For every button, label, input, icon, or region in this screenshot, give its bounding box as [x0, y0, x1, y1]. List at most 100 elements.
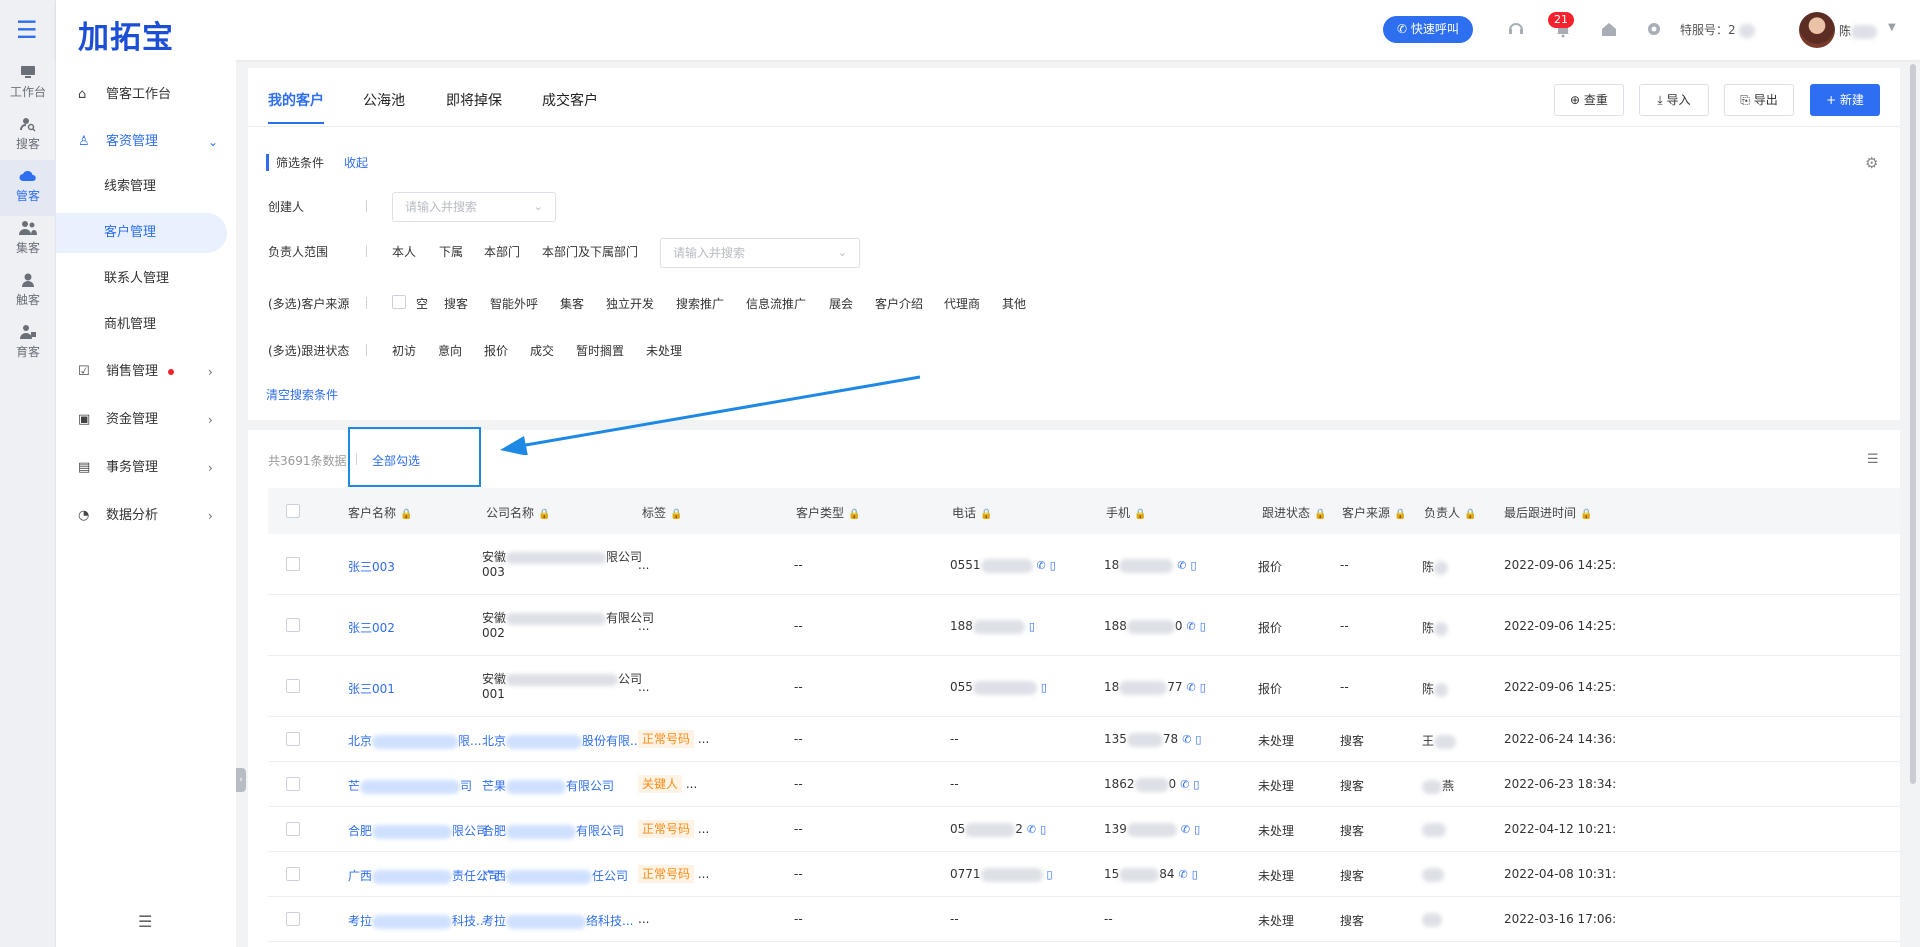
owner-option[interactable]: 本人: [392, 243, 416, 260]
mobile-icon[interactable]: ▯: [1194, 823, 1200, 836]
owner-option[interactable]: 本部门: [484, 243, 520, 260]
status-option[interactable]: 未处理: [646, 342, 682, 359]
vertical-scrollbar[interactable]: [1910, 64, 1916, 784]
clear-search-link[interactable]: 清空搜索条件: [266, 386, 338, 403]
tab-closed-customers[interactable]: 成交客户: [542, 90, 598, 122]
source-option[interactable]: 信息流推广: [746, 295, 806, 312]
source-option[interactable]: 空: [416, 295, 428, 312]
mobile-icon[interactable]: ▯: [1041, 681, 1047, 694]
source-option[interactable]: 独立开发: [606, 295, 654, 312]
row-checkbox[interactable]: [286, 867, 300, 881]
row-checkbox[interactable]: [286, 732, 300, 746]
nav-customers[interactable]: 客户管理: [56, 213, 227, 253]
company-name-link[interactable]: 考拉 络科技...: [482, 912, 633, 929]
rail-item-gather-customer[interactable]: 集客: [0, 212, 56, 268]
phone-icon[interactable]: ✆: [1182, 733, 1191, 746]
rail-item-touch-customer[interactable]: 触客: [0, 264, 56, 320]
table-row[interactable]: 北京 限... 北京 股份有限... 正常号码 ... -- -- 135 78 ✆ ▯ …: [268, 717, 1900, 762]
company-name-link[interactable]: 广西 任公司: [482, 867, 628, 884]
table-row[interactable]: 张三003 安徽 限公司 003 ... -- 0551 ✆ ▯ 18 ✆ ▯ 报价 -- …: [268, 534, 1900, 595]
phone-icon[interactable]: ✆: [1027, 823, 1036, 836]
phone-icon[interactable]: ✆: [1187, 620, 1196, 633]
import-button[interactable]: ⤓ 导入: [1639, 84, 1709, 116]
mobile-icon[interactable]: ▯: [1047, 868, 1053, 881]
nav-sales[interactable]: ☑ 销售管理 ›: [56, 352, 236, 392]
row-checkbox[interactable]: [286, 618, 300, 632]
owner-option[interactable]: 下属: [439, 243, 463, 260]
sidebar-toggle-handle[interactable]: ›: [236, 768, 246, 792]
table-row[interactable]: 张三001 安徽 公司 001 ... -- 055 ▯ 18 77 ✆ ▯ 报价 -- 陈…: [268, 656, 1900, 717]
customer-name-link[interactable]: 张三002: [348, 619, 395, 636]
header-checkbox[interactable]: [286, 504, 300, 518]
phone-icon[interactable]: ✆: [1037, 559, 1046, 572]
gear-icon[interactable]: ⚙: [1865, 154, 1878, 172]
nav-contacts[interactable]: 联系人管理: [56, 259, 236, 299]
mobile-icon[interactable]: ▯: [1200, 681, 1206, 694]
rail-item-workbench[interactable]: 工作台: [0, 56, 56, 112]
status-option[interactable]: 暂时搁置: [576, 342, 624, 359]
mobile-icon[interactable]: ▯: [1200, 620, 1206, 633]
table-row[interactable]: 考拉 科技... 考拉 络科技... ... -- -- -- 未处理 搜客 202…: [268, 897, 1900, 942]
export-button[interactable]: ⎘ 导出: [1724, 84, 1794, 116]
source-option[interactable]: 智能外呼: [490, 295, 538, 312]
table-row[interactable]: 广西 责任公司 广西 任公司 正常号码 ... -- 0771 ▯ 15 84 ✆ ▯ 未处…: [268, 852, 1900, 897]
column-header[interactable]: 手机 🔒: [1106, 504, 1146, 521]
source-option[interactable]: 展会: [829, 295, 853, 312]
mobile-icon[interactable]: ▯: [1191, 559, 1197, 572]
column-header[interactable]: 客户名称 🔒: [348, 504, 412, 521]
status-option[interactable]: 报价: [484, 342, 508, 359]
row-checkbox[interactable]: [286, 912, 300, 926]
mobile-icon[interactable]: ▯: [1029, 620, 1035, 633]
nav-analytics[interactable]: ◔ 数据分析 ›: [56, 496, 236, 536]
source-option[interactable]: 代理商: [944, 295, 980, 312]
column-header[interactable]: 客户来源 🔒: [1342, 504, 1406, 521]
customer-name-link[interactable]: 芒司: [348, 777, 472, 794]
phone-icon[interactable]: ✆: [1179, 868, 1188, 881]
nav-leads[interactable]: 线索管理: [56, 167, 236, 207]
mobile-icon[interactable]: ▯: [1195, 733, 1201, 746]
rail-item-search-customer[interactable]: 搜客: [0, 108, 56, 164]
table-row[interactable]: 张三002 安徽 有限公司 002 ... -- 188 ▯ 188 0 ✆ ▯ 报价 --…: [268, 595, 1900, 656]
collapse-menu-icon[interactable]: ☰: [138, 912, 152, 931]
collapse-filter-link[interactable]: 收起: [344, 154, 368, 171]
rail-item-manage-customer[interactable]: 管客: [0, 160, 56, 216]
customer-name-link[interactable]: 合肥 限公司: [348, 822, 488, 839]
status-option[interactable]: 意向: [438, 342, 462, 359]
settings-icon[interactable]: [1645, 20, 1663, 38]
mobile-icon[interactable]: ▯: [1050, 559, 1056, 572]
phone-icon[interactable]: ✆: [1187, 681, 1196, 694]
row-checkbox[interactable]: [286, 822, 300, 836]
mobile-icon[interactable]: ▯: [1193, 778, 1199, 791]
company-name-link[interactable]: 北京 股份有限...: [482, 732, 641, 749]
creator-select[interactable]: 请输入并搜索 ⌄: [392, 192, 556, 222]
phone-icon[interactable]: ✆: [1181, 823, 1190, 836]
nav-customer-resources[interactable]: ♙ 客资管理 ⌄: [56, 122, 236, 162]
column-header[interactable]: 标签 🔒: [642, 504, 682, 521]
column-header[interactable]: 最后跟进时间 🔒: [1504, 504, 1592, 521]
source-option[interactable]: 其他: [1002, 295, 1026, 312]
create-button[interactable]: + 新建: [1810, 84, 1880, 116]
nav-funds[interactable]: ▣ 资金管理 ›: [56, 400, 236, 440]
user-name[interactable]: 陈: [1839, 22, 1878, 39]
source-option[interactable]: 集客: [560, 295, 584, 312]
owner-select[interactable]: 请输入并搜索 ⌄: [660, 238, 860, 268]
column-header[interactable]: 电话 🔒: [952, 504, 992, 521]
source-option[interactable]: 客户介绍: [875, 295, 923, 312]
phone-icon[interactable]: ✆: [1177, 559, 1186, 572]
row-checkbox[interactable]: [286, 777, 300, 791]
customer-name-link[interactable]: 张三001: [348, 680, 395, 697]
table-row[interactable]: 芒司 芒果 有限公司 关键人 ... -- -- 1862 0 ✆ ▯ 未处理 搜客 燕…: [268, 762, 1900, 807]
avatar[interactable]: [1799, 12, 1835, 48]
home-icon[interactable]: [1600, 20, 1618, 38]
row-checkbox[interactable]: [286, 679, 300, 693]
headset-icon[interactable]: [1507, 20, 1525, 38]
status-option[interactable]: 成交: [530, 342, 554, 359]
mobile-icon[interactable]: ▯: [1192, 868, 1198, 881]
empty-source-checkbox[interactable]: [392, 295, 406, 309]
source-option[interactable]: 搜客: [444, 295, 468, 312]
column-header[interactable]: 公司名称 🔒: [486, 504, 550, 521]
rail-item-nurture-customer[interactable]: 育客: [0, 316, 56, 372]
chevron-down-icon[interactable]: ▼: [1888, 22, 1896, 33]
customer-name-link[interactable]: 广西 责任公司: [348, 867, 500, 884]
customer-name-link[interactable]: 北京 限...: [348, 732, 481, 749]
